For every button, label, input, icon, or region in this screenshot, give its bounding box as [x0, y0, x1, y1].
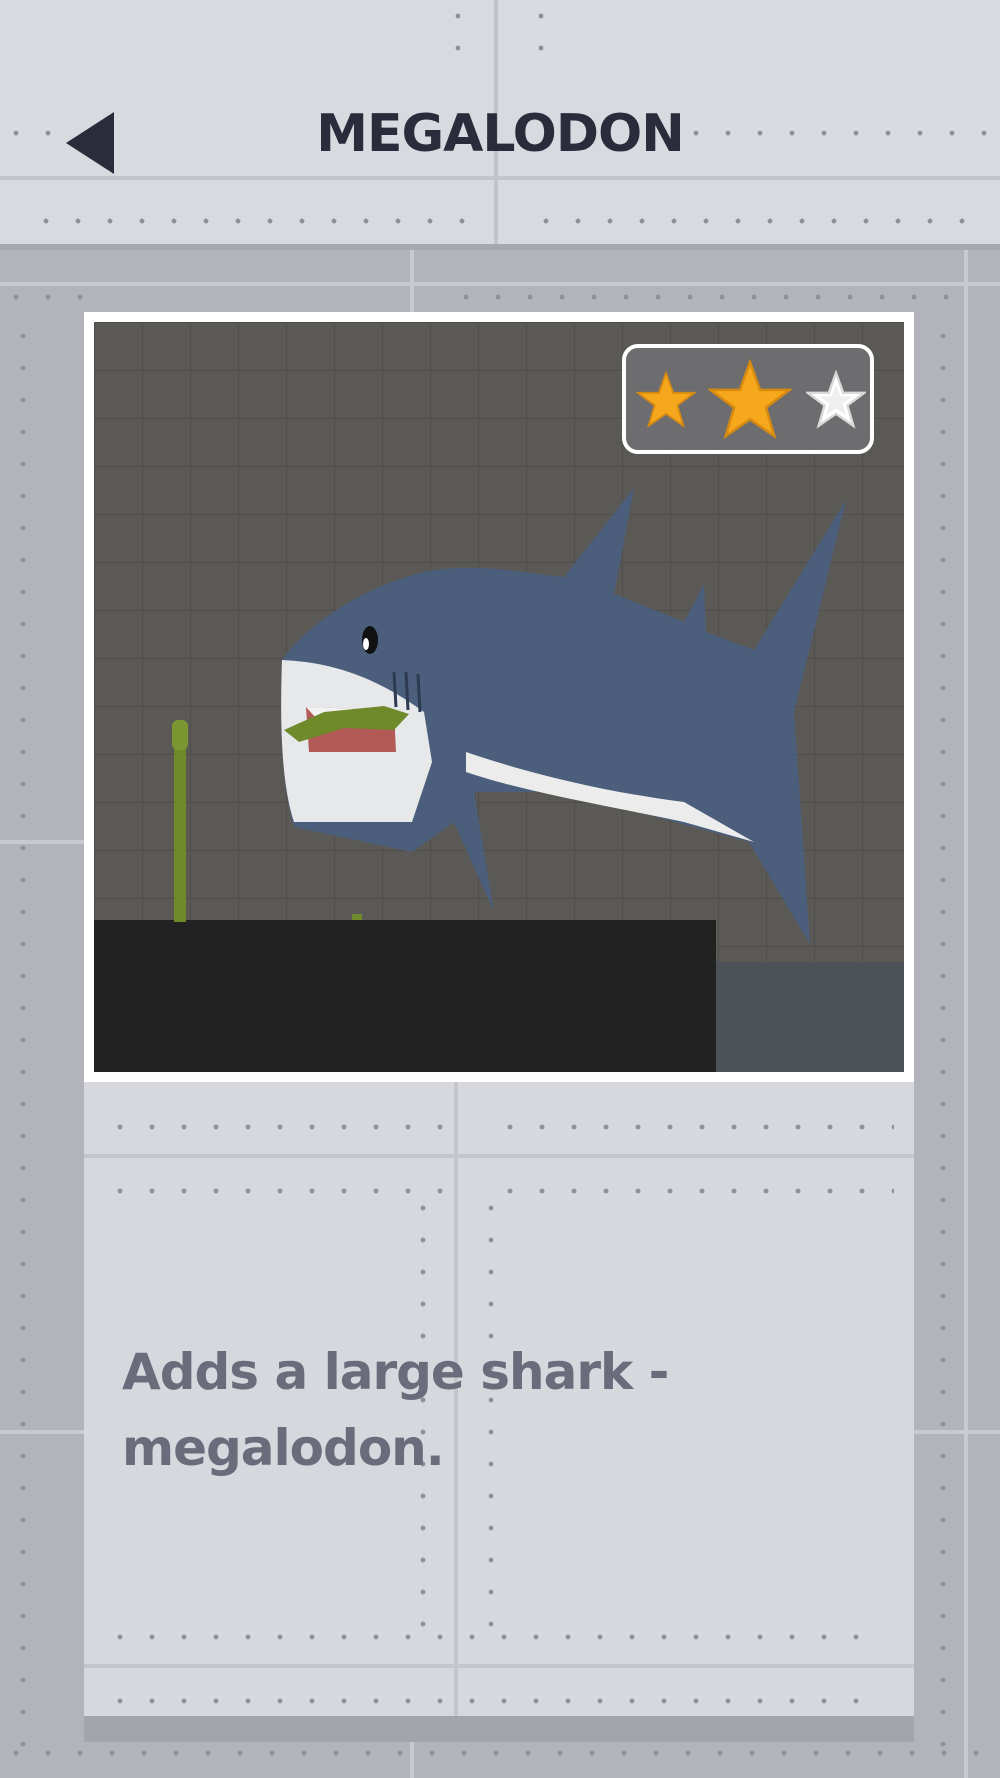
star-empty-icon [806, 370, 866, 429]
star-filled-icon [636, 370, 696, 428]
header-bar: MEGALODON [0, 0, 1000, 244]
star-filled-icon [708, 358, 792, 440]
rating-badge [622, 344, 874, 454]
page-title: MEGALODON [316, 104, 685, 164]
mod-description: Adds a large shark - megalodon. [122, 1343, 669, 1477]
card-footer [84, 1716, 914, 1742]
